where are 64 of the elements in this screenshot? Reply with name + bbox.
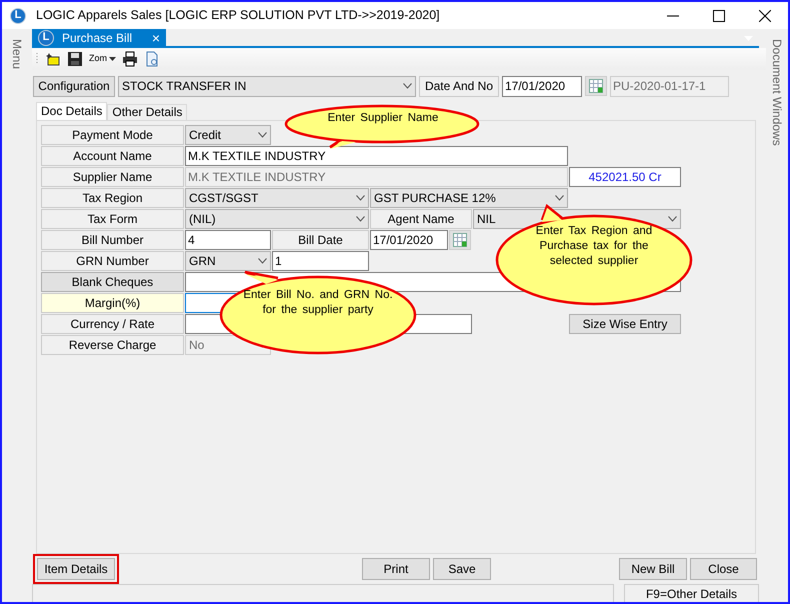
printer-icon[interactable] <box>122 50 138 67</box>
number-field[interactable]: PU-2020-01-17-1 <box>610 76 729 97</box>
tab-close-button[interactable]: × <box>152 30 160 44</box>
tab[interactable]: Doc Details <box>36 102 108 120</box>
status-text: F9=Other Details <box>624 584 759 602</box>
document-icon[interactable] <box>144 50 160 67</box>
app-logo: L <box>10 8 26 24</box>
input-field[interactable]: 1 <box>272 250 369 271</box>
app-logo: L <box>38 30 54 46</box>
field-label: Tax Form <box>41 208 184 229</box>
action-button[interactable]: Print <box>362 558 430 580</box>
field-label: Account Name <box>41 146 184 166</box>
document-windows-tab[interactable]: Document Windows <box>768 39 786 146</box>
field-label: Date And No <box>419 76 499 97</box>
field-label: GRN Number <box>41 250 184 271</box>
configuration-button[interactable]: Configuration <box>33 76 115 97</box>
action-button[interactable]: Item Details <box>37 558 115 580</box>
dropdown[interactable]: GRN <box>185 250 271 271</box>
zoom-button[interactable]: Zom <box>89 52 116 66</box>
field-label: Bill Date <box>272 230 369 250</box>
field-label: Reverse Charge <box>41 334 184 355</box>
chevron-icon <box>258 258 267 264</box>
input-field[interactable]: M.K TEXTILE INDUSTRY <box>185 166 568 187</box>
chevron-icon <box>668 216 677 222</box>
tab-title: Purchase Bill <box>62 30 132 46</box>
action-button[interactable]: New Bill <box>619 558 687 580</box>
field-label: Agent Name <box>370 208 472 229</box>
field-label: Bill Number <box>41 230 184 250</box>
chevron-icon <box>356 194 365 201</box>
document-tab[interactable]: L Purchase Bill × <box>32 29 166 46</box>
hint-tooltip: Enter Bill No. and GRN No. for the supplier party <box>218 270 418 356</box>
input-field[interactable]: M.K TEXTILE INDUSTRY <box>185 146 568 166</box>
dropdown[interactable]: CGST/SGST <box>185 188 369 208</box>
input-field[interactable]: 17/01/2020 <box>370 230 448 250</box>
chevron-icon <box>258 132 267 138</box>
date-field[interactable]: 17/01/2020 <box>502 76 582 97</box>
action-button[interactable]: Close <box>690 558 757 580</box>
dropdown[interactable]: GST PURCHASE 12% <box>370 188 568 208</box>
hint-tooltip: Enter Supplier Name <box>282 103 482 149</box>
balance-field: 452021.50 Cr <box>569 166 681 187</box>
field-label: Currency / Rate <box>41 314 184 334</box>
dropdown[interactable]: (NIL) <box>185 208 369 229</box>
calendar-icon[interactable] <box>449 230 471 250</box>
tab[interactable]: Other Details <box>107 104 188 120</box>
calendar-icon[interactable] <box>585 76 607 96</box>
input-field[interactable]: 4 <box>185 230 271 250</box>
blank-cheques-button[interactable]: Blank Cheques <box>41 272 184 292</box>
caret-icon <box>109 56 116 61</box>
new-file-icon[interactable] <box>45 50 61 67</box>
chevron-icon <box>403 83 412 90</box>
action-button[interactable]: Save <box>433 558 491 580</box>
chevron-icon <box>555 194 564 201</box>
field-label: Tax Region <box>41 188 184 208</box>
field-label: Margin(%) <box>41 292 184 313</box>
dropdown[interactable]: STOCK TRANSFER IN <box>118 76 416 97</box>
hint-tooltip: Enter Tax Region and Purchase tax for the selected supplier <box>494 204 694 308</box>
size-wise-entry-button[interactable]: Size Wise Entry <box>569 314 681 334</box>
save-icon[interactable] <box>67 50 83 67</box>
window-title: LOGIC Apparels Sales [LOGIC ERP SOLUTION PVT LTD->>2019-2020] <box>36 7 440 24</box>
dropdown[interactable]: Credit <box>185 124 271 145</box>
chevron-icon <box>356 216 365 222</box>
field-label: Payment Mode <box>41 124 184 145</box>
menu-panel-tab[interactable]: Menu <box>8 39 26 70</box>
field-label: Supplier Name <box>41 166 184 187</box>
